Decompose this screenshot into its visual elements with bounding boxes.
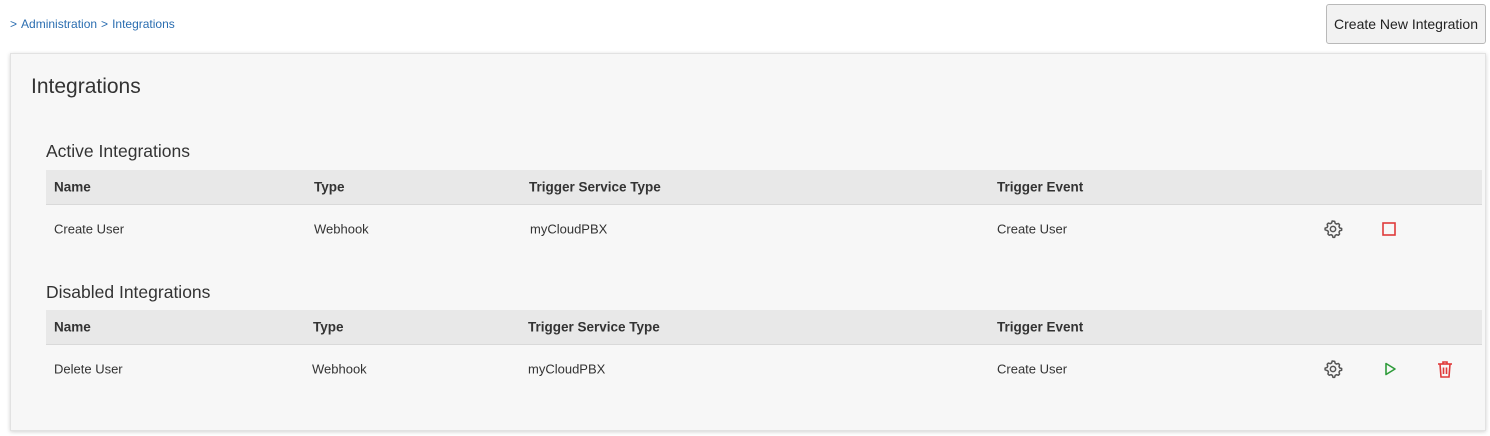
column-header-trigger-event: Trigger Event [997,179,1084,195]
gear-icon[interactable] [1321,357,1345,381]
column-header-name: Name [54,319,91,335]
row-name: Delete User [54,361,123,377]
breadcrumb-integrations[interactable]: Integrations [112,17,175,31]
breadcrumb: > Administration > Integrations [10,17,175,31]
integrations-panel: Integrations Active Integrations Name Ty… [10,53,1486,431]
disabled-integrations-table: Name Type Trigger Service Type Trigger E… [46,310,1482,393]
gear-icon[interactable] [1321,217,1345,241]
breadcrumb-separator: > [101,17,109,31]
row-trigger-service-type: myCloudPBX [528,361,606,377]
table-header: Name Type Trigger Service Type Trigger E… [46,310,1482,345]
row-trigger-service-type: myCloudPBX [530,221,608,237]
active-integrations-table: Name Type Trigger Service Type Trigger E… [46,170,1482,253]
column-header-trigger-service-type: Trigger Service Type [528,319,660,335]
table-row: Delete User Webhook myCloudPBX Create Us… [46,345,1482,393]
row-name: Create User [54,221,125,237]
table-header: Name Type Trigger Service Type Trigger E… [46,170,1482,205]
column-header-name: Name [54,179,91,195]
breadcrumb-administration[interactable]: Administration [21,17,97,31]
row-type: Webhook [312,361,367,377]
column-header-type: Type [313,319,344,335]
table-row: Create User Webhook myCloudPBX Create Us… [46,205,1482,253]
stop-icon[interactable] [1377,217,1401,241]
column-header-type: Type [314,179,345,195]
column-header-trigger-service-type: Trigger Service Type [529,179,661,195]
play-icon[interactable] [1378,357,1402,381]
breadcrumb-separator: > [10,17,18,31]
trash-icon[interactable] [1433,357,1457,381]
create-new-integration-button[interactable]: Create New Integration [1326,4,1486,44]
row-type: Webhook [314,221,369,237]
row-trigger-event: Create User [997,361,1068,377]
column-header-trigger-event: Trigger Event [997,319,1084,335]
row-trigger-event: Create User [997,221,1068,237]
page-title: Integrations [31,75,141,98]
disabled-integrations-title: Disabled Integrations [46,282,211,302]
active-integrations-title: Active Integrations [46,141,190,161]
